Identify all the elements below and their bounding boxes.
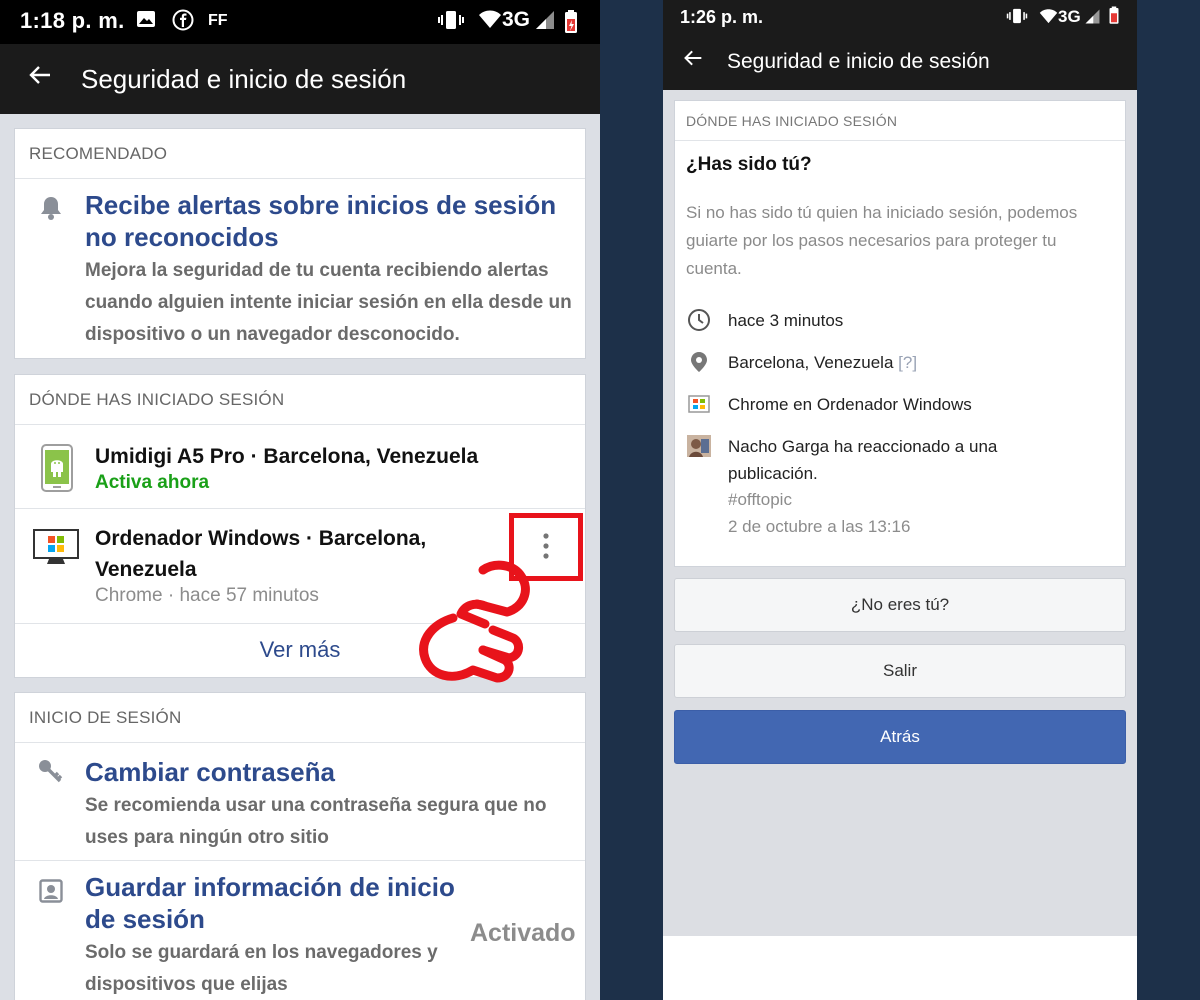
back-arrow-icon[interactable] [683,48,703,74]
location-help-link[interactable]: [?] [898,353,917,372]
status-time: 1:18 p. m. [20,8,125,33]
alerts-link[interactable]: Recibe alertas sobre inicios de sesión n… [85,189,585,253]
save-login-description: Solo se guardará en los navegadores y di… [85,942,438,995]
network-type: 3G [1058,7,1081,26]
login-details-card: DÓNDE HAS INICIADO SESIÓN ¿Has sido tú? … [674,100,1126,567]
question-heading: ¿Has sido tú? [686,154,812,175]
browser-icon [687,392,711,416]
contact-card-icon [39,879,63,908]
clock-icon [687,308,711,332]
section-heading: RECOMENDADO [15,129,585,179]
change-password-row[interactable]: Cambiar contraseña Se recomienda usar un… [15,744,585,860]
section-heading: DÓNDE HAS INICIADO SESIÓN [15,375,585,425]
alerts-description: Mejora la seguridad de tu cuenta recibie… [85,260,572,345]
bell-icon [39,195,63,226]
signal-icon [534,9,556,37]
login-location: Barcelona, Venezuela [?] [728,349,917,376]
save-login-row[interactable]: Guardar información de inicio de sesión … [15,861,585,1000]
location-text: Barcelona, Venezuela [728,353,894,372]
save-login-status: Activado [470,919,576,947]
change-password-description: Se recomienda usar una contraseña segura… [85,795,547,848]
status-time: 1:26 p. m. [680,7,764,27]
login-browser: Chrome en Ordenador Windows [728,395,972,414]
not-you-button[interactable]: ¿No eres tú? [674,578,1126,632]
facebook-icon [172,9,194,37]
right-screen: 1:26 p. m. 3G Seguridad e inicio de sesi… [663,0,1137,1000]
recent-activity: Nacho Garga ha reaccionado a una publica… [728,437,998,483]
page-title: Seguridad e inicio de sesión [81,64,407,94]
save-login-link[interactable]: Guardar información de inicio de sesión [85,871,455,935]
device-active-status: Activa ahora [95,472,210,493]
location-pin-icon [687,350,711,374]
login-time: hace 3 minutos [728,311,844,330]
back-arrow-icon[interactable] [28,62,52,94]
device-last-seen: Chrome · hace 57 minutos [95,585,319,606]
back-button[interactable]: Atrás [674,710,1126,764]
battery-icon [563,9,579,41]
android-phone-icon [41,444,73,497]
vibrate-icon [437,9,465,37]
user-photo-icon [687,435,711,459]
pointing-hand-icon [413,558,543,698]
help-paragraph: Si no has sido tú quien ha iniciado sesi… [686,203,1078,278]
device-name: Ordenador Windows · Barcelona, Venezuela [95,527,427,581]
change-password-link[interactable]: Cambiar contraseña [85,756,335,788]
status-bar: 1:26 p. m. 3G [663,0,1137,34]
section-heading: INICIO DE SESIÓN [15,693,585,743]
wifi-icon [478,9,502,35]
activity-date: 2 de octubre a las 13:16 [728,517,911,536]
status-bar: 1:18 p. m. FF 3G [0,0,600,44]
activity-tag: #offtopic [728,490,792,509]
session-row[interactable]: Umidigi A5 Pro · Barcelona, Venezuela Ac… [15,426,585,508]
app-bar: Seguridad e inicio de sesión [663,34,1137,90]
left-screen: 1:18 p. m. FF 3G Seguridad e inicio de s… [0,0,600,1000]
logout-button[interactable]: Salir [674,644,1126,698]
vibrate-icon [1006,7,1028,30]
windows-desktop-icon [33,529,79,570]
login-card: INICIO DE SESIÓN Cambiar contraseña Se r… [14,692,586,1000]
device-name: Umidigi A5 Pro · Barcelona, Venezuela [95,445,479,468]
section-heading: DÓNDE HAS INICIADO SESIÓN [675,101,1125,141]
bottom-panel [663,936,1137,1000]
carrier-icon: FF [208,12,228,29]
battery-icon [1108,5,1120,31]
wifi-icon [1039,8,1058,29]
network-type: 3G [502,8,531,31]
image-icon [136,9,156,35]
signal-icon [1084,8,1101,30]
page-title: Seguridad e inicio de sesión [727,50,990,73]
recommended-card: RECOMENDADO Recibe alertas sobre inicios… [14,128,586,359]
app-bar: Seguridad e inicio de sesión [0,44,600,114]
key-icon [37,758,63,789]
